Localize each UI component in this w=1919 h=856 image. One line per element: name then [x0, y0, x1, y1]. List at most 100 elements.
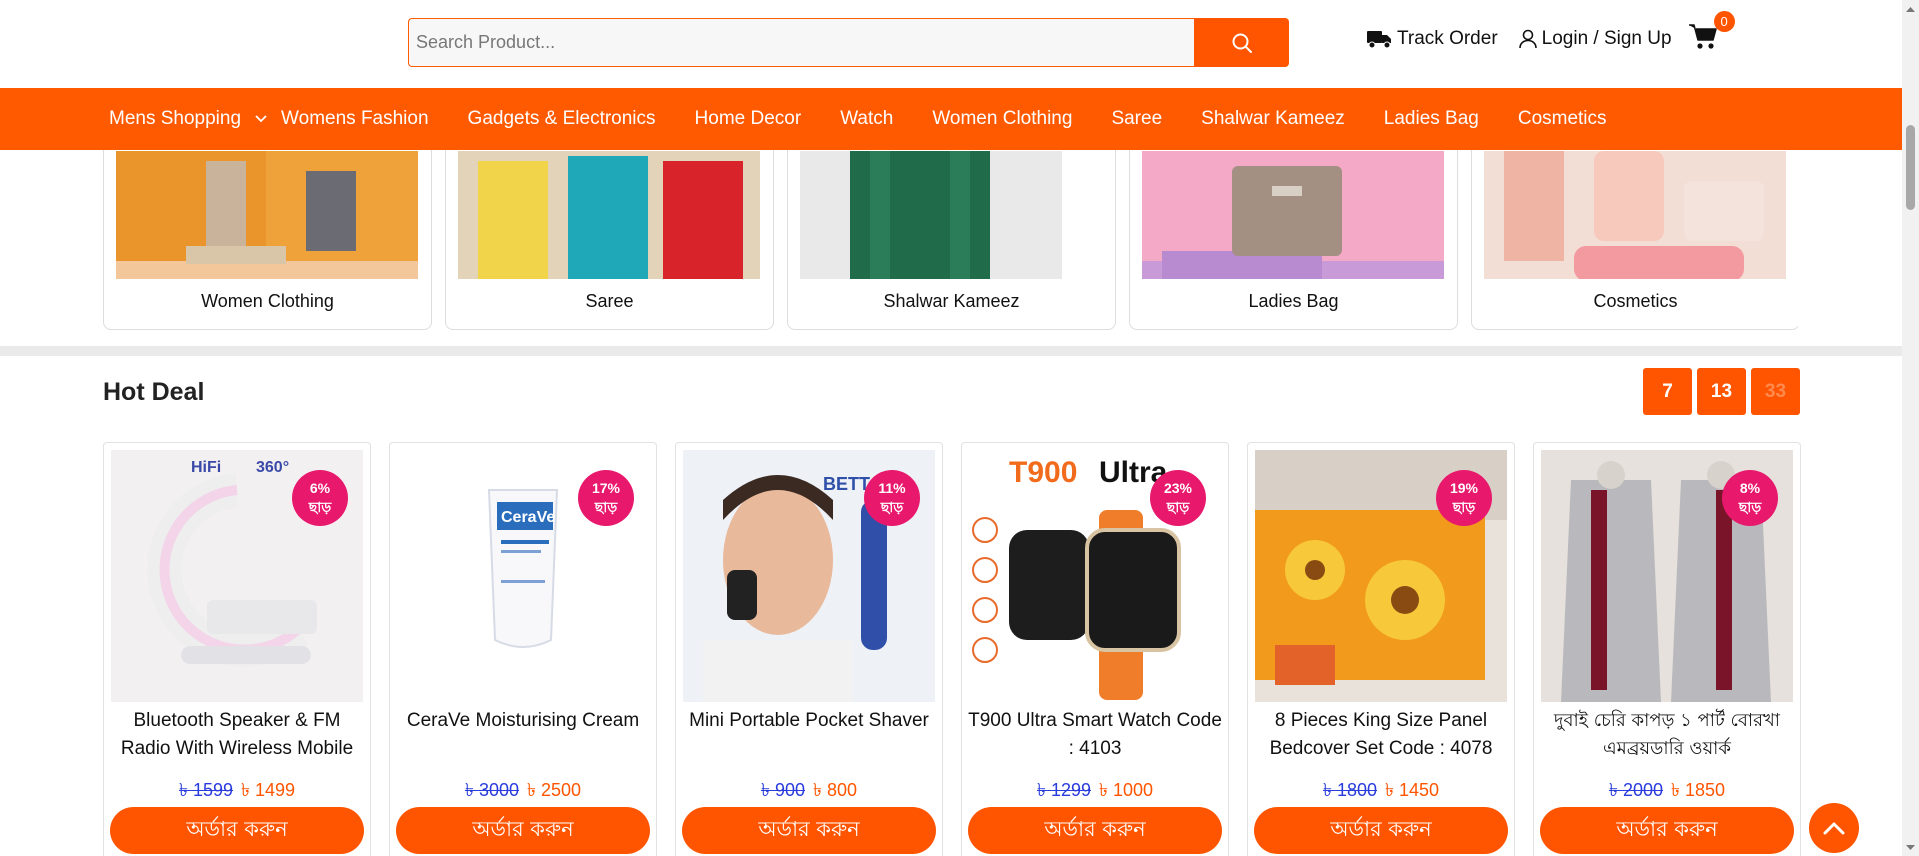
search-input[interactable]: [408, 18, 1194, 67]
nav-item-womens-fashion[interactable]: Womens Fashion: [281, 108, 429, 130]
category-card-shalwar-kameez[interactable]: Shalwar Kameez: [787, 150, 1116, 330]
product-name[interactable]: CeraVe Moisturising Cream: [396, 707, 650, 735]
product-card[interactable]: CeraVe 17% ছাড় CeraVe Moisturising Cream…: [389, 442, 657, 856]
nav-item-mens-shopping[interactable]: Mens Shopping: [109, 108, 267, 130]
product-image: 19% ছাড়: [1255, 450, 1507, 702]
category-image: [458, 151, 760, 279]
category-image: [1142, 151, 1444, 279]
arrow-up-icon: [1823, 822, 1845, 835]
product-price: ৳ 900 ৳ 800: [676, 776, 942, 807]
product-card[interactable]: 19% ছাড় 8 Pieces King Size Panel Bedcove…: [1247, 442, 1515, 856]
product-price: ৳ 1299 ৳ 1000: [962, 776, 1228, 807]
category-card-women-clothing[interactable]: Women Clothing: [103, 150, 432, 330]
countdown-timer: 7 13 33: [1643, 368, 1800, 415]
product-name[interactable]: Bluetooth Speaker & FM Radio With Wirele…: [110, 707, 364, 763]
search-icon: [1232, 33, 1252, 53]
login-link[interactable]: Login / Sign Up: [1518, 28, 1672, 50]
order-button[interactable]: অর্ডার করুন: [396, 807, 650, 854]
category-grid: Women Clothing Saree Shalwar Kameez Ladi…: [103, 150, 1798, 330]
old-price: ৳ 3000: [464, 780, 519, 800]
discount-word: ছাড়: [1738, 499, 1762, 515]
product-name[interactable]: Mini Portable Pocket Shaver: [682, 707, 936, 735]
product-price: ৳ 1599 ৳ 1499: [104, 776, 370, 807]
order-button[interactable]: অর্ডার করুন: [1540, 807, 1794, 854]
timer-seconds: 33: [1751, 368, 1800, 415]
product-card[interactable]: 8% ছাড় দুবাই চেরি কাপড় ১ পার্ট বোরখা এম…: [1533, 442, 1801, 856]
svg-text:BETT: BETT: [823, 474, 870, 494]
discount-percent: 11%: [878, 480, 906, 496]
discount-percent: 23%: [1163, 480, 1193, 496]
search-button[interactable]: [1194, 18, 1289, 67]
category-image: [116, 151, 418, 279]
cart-button[interactable]: 0: [1688, 11, 1735, 55]
product-card[interactable]: BETT 11% ছাড় Mini Portable Pocket Shaver…: [675, 442, 943, 856]
category-label: Saree: [585, 291, 634, 311]
discount-badge: 8% ছাড়: [1722, 470, 1778, 526]
timer-minutes: 13: [1697, 368, 1746, 415]
new-price: ৳ 1450: [1385, 780, 1440, 800]
nav-item-label: Mens Shopping: [109, 108, 242, 129]
category-card-cosmetics[interactable]: Cosmetics: [1471, 150, 1798, 330]
category-card-ladies-bag[interactable]: Ladies Bag: [1129, 150, 1458, 330]
product-image: HiFi 360° 6% ছাড়: [111, 450, 363, 702]
nav-item-women-clothing[interactable]: Women Clothing: [932, 108, 1072, 130]
order-button[interactable]: অর্ডার করুন: [682, 807, 936, 854]
nav-item-saree[interactable]: Saree: [1111, 108, 1162, 130]
scroll-thumb[interactable]: [1906, 125, 1915, 210]
category-label: Women Clothing: [201, 291, 334, 311]
discount-word: ছাড়: [308, 499, 332, 515]
new-price: ৳ 800: [813, 780, 857, 800]
nav-item-label: Women Clothing: [932, 108, 1073, 129]
discount-badge: 19% ছাড়: [1436, 470, 1492, 526]
discount-percent: 6%: [309, 480, 331, 496]
nav-item-label: Shalwar Kameez: [1201, 108, 1345, 129]
nav-item-cosmetics[interactable]: Cosmetics: [1518, 108, 1607, 130]
order-button[interactable]: অর্ডার করুন: [110, 807, 364, 854]
scroll-to-top-button[interactable]: [1809, 803, 1859, 853]
scroll-down-arrow[interactable]: [1902, 839, 1919, 856]
nav-item-shalwar-kameez[interactable]: Shalwar Kameez: [1201, 108, 1345, 130]
nav-item-home-decor[interactable]: Home Decor: [695, 108, 802, 130]
new-price: ৳ 1000: [1099, 780, 1154, 800]
discount-percent: 19%: [1449, 480, 1479, 496]
nav-item-label: Cosmetics: [1517, 108, 1607, 129]
product-name[interactable]: দুবাই চেরি কাপড় ১ পার্ট বোরখা এমব্রয়ডা…: [1540, 707, 1794, 763]
scroll-up-arrow[interactable]: [1902, 0, 1919, 17]
category-label: Shalwar Kameez: [883, 291, 1020, 311]
product-name[interactable]: T900 Ultra Smart Watch Code : 4103: [968, 707, 1222, 763]
user-icon: [1518, 29, 1537, 49]
category-image: [800, 151, 1062, 279]
discount-percent: 17%: [591, 480, 621, 496]
nav-item-ladies-bag[interactable]: Ladies Bag: [1384, 108, 1479, 130]
page: Track Order Login / Sign Up 0 Mens Shopp…: [0, 0, 1919, 856]
chevron-down-icon: [255, 115, 267, 123]
category-label: Cosmetics: [1593, 291, 1678, 311]
truck-icon: [1367, 31, 1391, 49]
nav-item-watch[interactable]: Watch: [840, 108, 893, 130]
track-order-link[interactable]: Track Order: [1367, 28, 1498, 50]
category-card-saree[interactable]: Saree: [445, 150, 774, 330]
nav-item-label: Watch: [840, 108, 894, 129]
discount-badge: 17% ছাড়: [578, 470, 634, 526]
discount-word: ছাড়: [594, 499, 618, 515]
discount-badge: 23% ছাড়: [1150, 470, 1206, 526]
site-header: Track Order Login / Sign Up 0: [0, 0, 1902, 88]
order-button[interactable]: অর্ডার করুন: [1254, 807, 1508, 854]
product-grid: HiFi 360° 6% ছাড় Bluetooth Speaker & FM R…: [103, 442, 1801, 856]
page-scrollbar[interactable]: [1902, 0, 1919, 856]
svg-text:CeraVe: CeraVe: [501, 509, 555, 526]
track-order-label: Track Order: [1397, 28, 1498, 49]
new-price: ৳ 2500: [527, 780, 582, 800]
product-card[interactable]: HiFi 360° 6% ছাড় Bluetooth Speaker & FM R…: [103, 442, 371, 856]
nav-item-label: Saree: [1111, 108, 1163, 129]
product-price: ৳ 3000 ৳ 2500: [390, 776, 656, 807]
nav-item-label: Home Decor: [694, 108, 802, 129]
discount-word: ছাড়: [1166, 499, 1190, 515]
product-card[interactable]: T900 Ultra 23% ছাড় T900 Ultra Smart Watch…: [961, 442, 1229, 856]
nav-item-gadgets-electronics[interactable]: Gadgets & Electronics: [468, 108, 656, 130]
order-button[interactable]: অর্ডার করুন: [968, 807, 1222, 854]
product-name[interactable]: 8 Pieces King Size Panel Bedcover Set Co…: [1254, 707, 1508, 763]
nav-item-label: Womens Fashion: [281, 108, 429, 129]
new-price: ৳ 1850: [1671, 780, 1726, 800]
header-links: Track Order Login / Sign Up 0: [1367, 11, 1735, 55]
